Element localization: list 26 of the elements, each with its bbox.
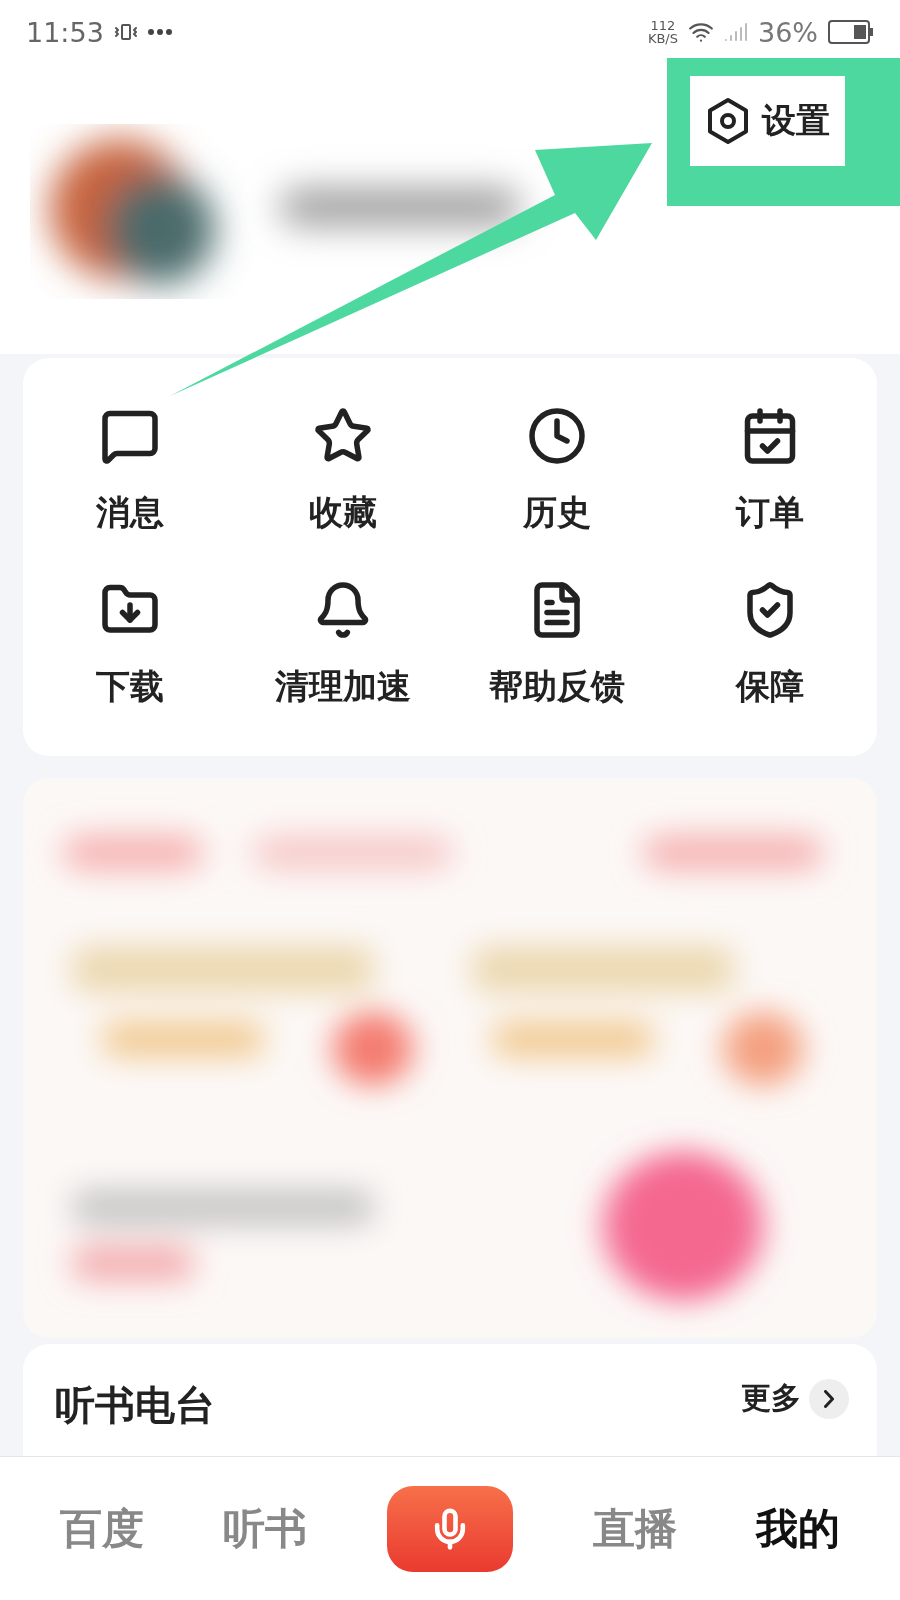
nav-tab[interactable]: 百度 [59,1500,144,1557]
section-title: 听书电台 [55,1381,215,1430]
battery-icon [828,20,874,44]
nav-tab[interactable]: 听书 [223,1500,308,1557]
shortcut-item[interactable]: 清理加速 [236,580,450,710]
settings-icon [705,97,750,145]
more-link[interactable]: 更多 [741,1378,849,1419]
shortcut-item[interactable]: 下载 [23,580,237,710]
voice-button[interactable] [387,1485,513,1572]
shortcut-item[interactable]: 历史 [450,406,664,536]
shortcut-item[interactable]: 收藏 [236,406,450,536]
shortcut-item[interactable]: 订单 [663,406,877,536]
more-icon [147,29,172,35]
shortcut-item[interactable]: 保障 [663,580,877,710]
history-icon [526,406,587,466]
nav-tab[interactable]: 直播 [592,1500,677,1557]
battery-level: 36% [758,16,818,48]
chevron-icon [824,1389,834,1408]
shortcut-item[interactable]: 消息 [23,406,237,536]
shortcut-item[interactable]: 帮助反馈 [450,580,664,710]
settings-button[interactable]: 设置 [690,76,845,166]
status-time: 11:53 [26,16,104,48]
network-speed: 112 [650,19,676,32]
speed-unit: KB/S [647,32,678,45]
signal-icon [724,20,748,44]
nav-tab[interactable]: 我的 [756,1500,841,1557]
